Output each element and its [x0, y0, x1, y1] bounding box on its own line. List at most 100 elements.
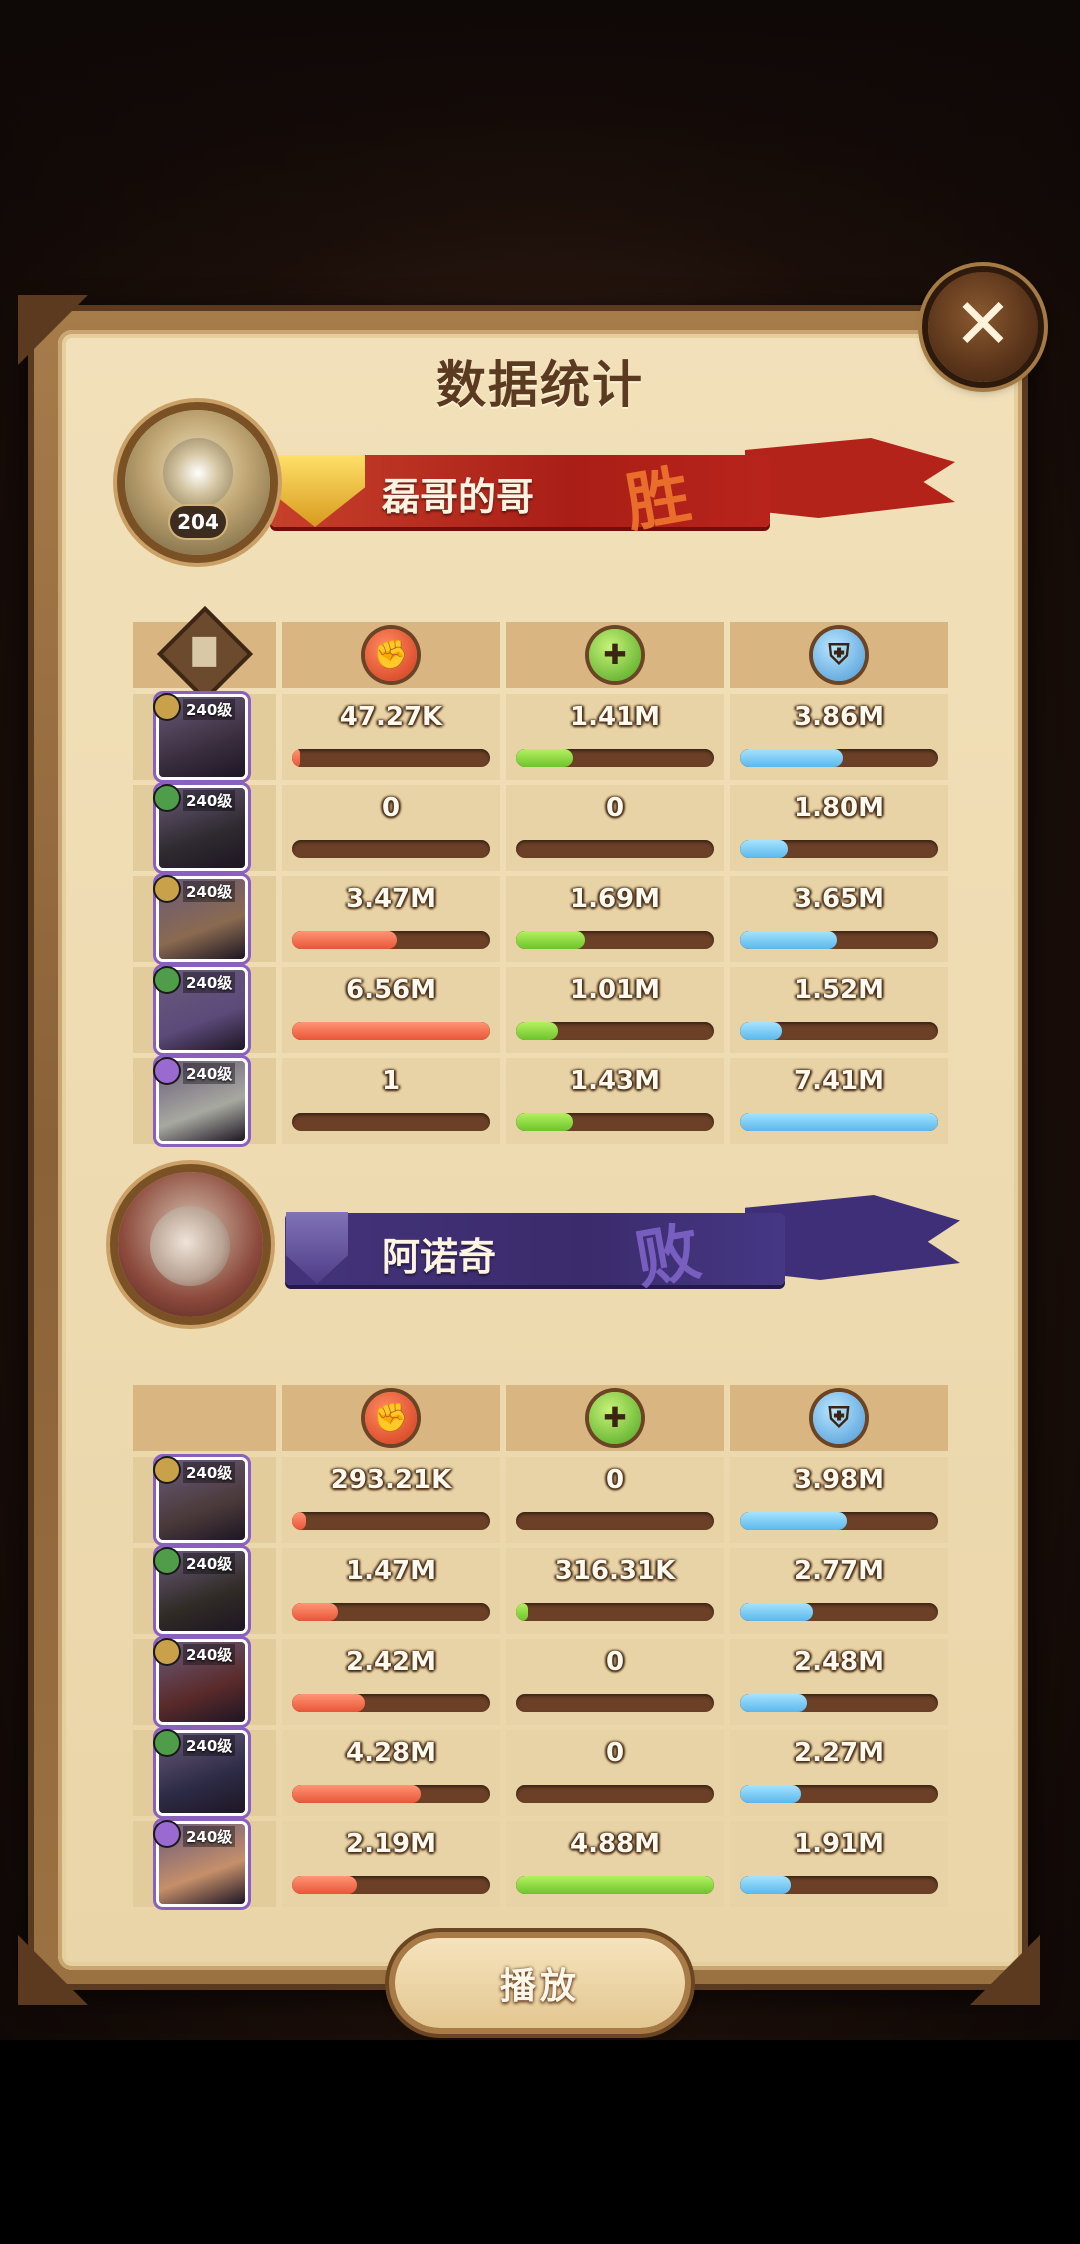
damage-cell: 3.47M	[282, 876, 500, 962]
damage-bar	[292, 1603, 490, 1621]
hero-stats-row: 240级 3.47M 1.69M 3.65M	[133, 876, 948, 962]
hero-portrait[interactable]: 240级	[155, 786, 245, 868]
hero-portrait[interactable]: 240级	[155, 1731, 245, 1813]
shield-cell: 7.41M	[730, 1058, 948, 1144]
hero-faction-icon	[155, 1549, 179, 1573]
heal-value: 4.88M	[569, 1829, 661, 1859]
shield-cell: 3.65M	[730, 876, 948, 962]
hero-level: 240级	[183, 1063, 236, 1084]
winner-avatar[interactable]: 204	[125, 410, 270, 555]
damage-bar-fill	[292, 1876, 358, 1894]
shield-bar	[740, 1113, 938, 1131]
hero-faction-icon	[155, 1458, 179, 1482]
hero-faction-icon	[155, 1059, 179, 1083]
close-button[interactable]: ✕	[928, 272, 1038, 382]
hero-faction-icon	[155, 968, 179, 992]
damage-value: 1.47M	[345, 1556, 437, 1586]
loser-avatar[interactable]	[118, 1172, 263, 1317]
damage-value: 47.27K	[339, 702, 443, 732]
header-hero-column	[133, 611, 276, 697]
header-damage-column: ✊	[282, 1385, 500, 1451]
shield-value: 2.27M	[793, 1738, 885, 1768]
heal-icon: ✚	[589, 629, 641, 681]
damage-value: 4.28M	[345, 1738, 437, 1768]
heal-value: 1.01M	[569, 975, 661, 1005]
hero-stats-row: 240级 4.28M 0 2.27M	[133, 1730, 948, 1816]
damage-bar-fill	[292, 931, 397, 949]
hero-portrait[interactable]: 240级	[155, 695, 245, 777]
damage-bar-fill	[292, 1512, 306, 1530]
damage-value: 0	[381, 793, 401, 823]
play-button[interactable]: 播放	[395, 1938, 685, 2028]
heal-bar	[516, 1512, 714, 1530]
shield-bar	[740, 1876, 938, 1894]
hero-level: 240级	[183, 972, 236, 993]
shield-value: 2.48M	[793, 1647, 885, 1677]
damage-cell: 6.56M	[282, 967, 500, 1053]
shield-bar-fill	[740, 840, 788, 858]
heal-cell: 316.31K	[506, 1548, 724, 1634]
player-level-badge: 204	[170, 506, 226, 538]
close-icon: ✕	[953, 283, 1013, 365]
damage-bar	[292, 931, 490, 949]
shield-value: 3.86M	[793, 702, 885, 732]
heal-cell: 4.88M	[506, 1821, 724, 1907]
damage-value: 293.21K	[330, 1465, 452, 1495]
hero-faction-icon	[155, 695, 179, 719]
header-damage-column: ✊	[282, 622, 500, 688]
hero-portrait[interactable]: 240级	[155, 1822, 245, 1904]
hero-faction-icon	[155, 877, 179, 901]
hero-level: 240级	[183, 881, 236, 902]
heal-bar	[516, 1694, 714, 1712]
hero-level: 240级	[183, 1735, 236, 1756]
hero-level: 240级	[183, 699, 236, 720]
hero-level: 240级	[183, 1644, 236, 1665]
damage-cell: 4.28M	[282, 1730, 500, 1816]
heal-value: 0	[605, 1465, 625, 1495]
damage-cell: 2.42M	[282, 1639, 500, 1725]
heal-cell: 1.01M	[506, 967, 724, 1053]
damage-cell: 1.47M	[282, 1548, 500, 1634]
shield-bar-fill	[740, 1113, 938, 1131]
hero-faction-icon	[155, 1640, 179, 1664]
shield-bar-fill	[740, 1603, 814, 1621]
shield-bar	[740, 931, 938, 949]
heal-cell: 1.69M	[506, 876, 724, 962]
hero-portrait[interactable]: 240级	[155, 1640, 245, 1722]
heal-bar-fill	[516, 1022, 558, 1040]
shield-icon: ⛨	[813, 1392, 865, 1444]
hero-portrait[interactable]: 240级	[155, 877, 245, 959]
shield-bar-fill	[740, 1022, 782, 1040]
damage-cell: 47.27K	[282, 694, 500, 780]
header-hero-column	[133, 1385, 276, 1451]
hero-portrait[interactable]: 240级	[155, 1059, 245, 1141]
table-header: ✊ ✚ ⛨	[133, 1385, 948, 1451]
hero-faction-icon	[155, 786, 179, 810]
heal-cell: 1.41M	[506, 694, 724, 780]
shield-icon: ⛨	[813, 629, 865, 681]
heal-value: 1.69M	[569, 884, 661, 914]
shield-cell: 1.80M	[730, 785, 948, 871]
heal-value: 0	[605, 1738, 625, 1768]
heal-bar-fill	[516, 931, 586, 949]
heal-bar-fill	[516, 1603, 528, 1621]
hero-portrait[interactable]: 240级	[155, 1549, 245, 1631]
hero-cell: 240级	[133, 785, 276, 871]
hero-cell: 240级	[133, 1821, 276, 1907]
document-icon[interactable]	[162, 611, 248, 697]
shield-value: 2.77M	[793, 1556, 885, 1586]
heal-bar	[516, 1022, 714, 1040]
hero-stats-row: 240级 1.47M 316.31K 2.77M	[133, 1548, 948, 1634]
shield-bar-fill	[740, 931, 838, 949]
damage-bar	[292, 1785, 490, 1803]
heal-bar-fill	[516, 749, 574, 767]
shield-bar-fill	[740, 1694, 808, 1712]
damage-bar-fill	[292, 1022, 490, 1040]
hero-portrait[interactable]: 240级	[155, 1458, 245, 1540]
damage-bar	[292, 749, 490, 767]
heal-bar	[516, 1785, 714, 1803]
hero-portrait[interactable]: 240级	[155, 968, 245, 1050]
loser-banner	[285, 1213, 785, 1285]
page-title: 数据统计	[436, 356, 644, 414]
heal-bar	[516, 1113, 714, 1131]
